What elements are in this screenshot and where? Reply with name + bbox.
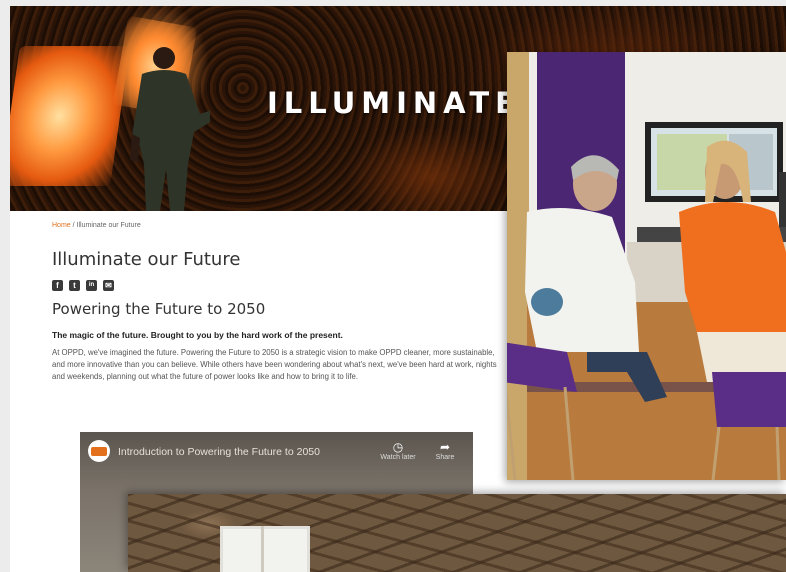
open-house-scene xyxy=(507,52,786,480)
section-heading: Powering the Future to 2050 xyxy=(52,300,266,318)
photo-open-house xyxy=(507,52,786,480)
share-arrow-icon: ➦ xyxy=(439,440,451,454)
light-sculpture xyxy=(10,46,130,186)
page-title: Illuminate our Future xyxy=(52,249,241,270)
share-label: Share xyxy=(435,454,455,461)
channel-logo[interactable] xyxy=(88,440,110,462)
watch-later-button[interactable]: ◷ Watch later xyxy=(378,440,418,461)
breadcrumb-current: Illuminate our Future xyxy=(76,222,141,229)
hero-title: ILLUMINATE xyxy=(267,86,521,120)
article: Home / Illuminate our Future Illuminate … xyxy=(52,216,502,383)
breadcrumb: Home / Illuminate our Future xyxy=(52,222,502,229)
breadcrumb-separator: / xyxy=(72,222,75,229)
twitter-icon[interactable]: t xyxy=(69,280,80,291)
lede-text: The magic of the future. Brought to you … xyxy=(52,330,343,340)
body-paragraph: At OPPD, we've imagined the future. Powe… xyxy=(52,348,497,381)
video-title[interactable]: Introduction to Powering the Future to 2… xyxy=(118,446,320,458)
person-figure xyxy=(130,47,210,211)
clock-icon: ◷ xyxy=(392,440,404,454)
window xyxy=(220,526,310,572)
photo-stone-building xyxy=(128,494,786,572)
breadcrumb-home-link[interactable]: Home xyxy=(52,222,71,229)
watch-later-label: Watch later xyxy=(380,454,416,461)
window-frame xyxy=(261,526,264,572)
share-button[interactable]: ➦ Share xyxy=(425,440,465,461)
social-share-bar: f t in ✉ xyxy=(52,280,502,291)
facebook-icon[interactable]: f xyxy=(52,280,63,291)
linkedin-icon[interactable]: in xyxy=(86,280,97,291)
email-icon[interactable]: ✉ xyxy=(103,280,114,291)
